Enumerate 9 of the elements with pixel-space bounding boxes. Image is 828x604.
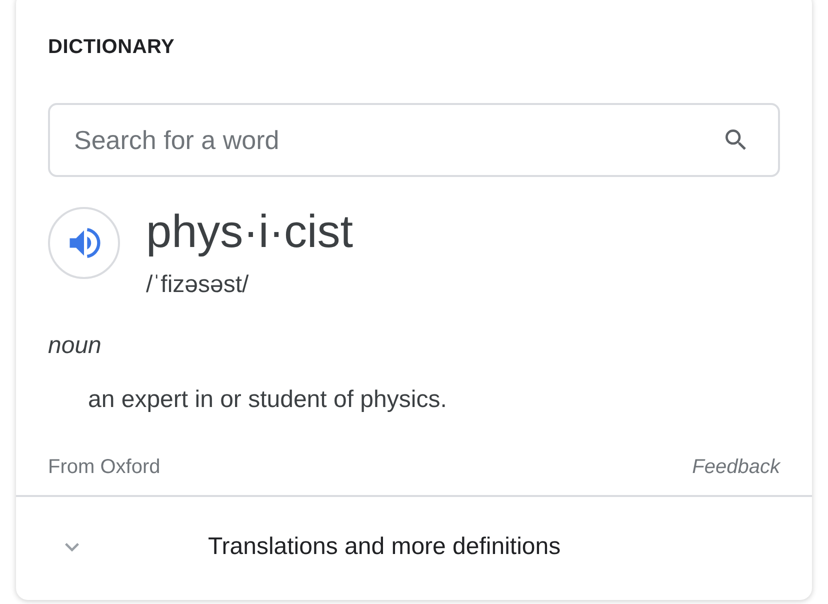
expander-label[interactable]: Translations and more definitions [208,533,561,561]
part-of-speech: noun [48,332,102,360]
section-heading: DICTIONARY [48,36,176,59]
definition-text: an expert in or student of physics. [88,386,448,414]
source-text: From Oxford [48,456,160,479]
phonetic-text: /ˈfizəsəst/ [146,271,250,299]
search-field[interactable]: Search for a word [48,103,780,177]
headword: phys·i·cist [146,204,354,259]
feedback-link[interactable]: Feedback [692,456,780,479]
